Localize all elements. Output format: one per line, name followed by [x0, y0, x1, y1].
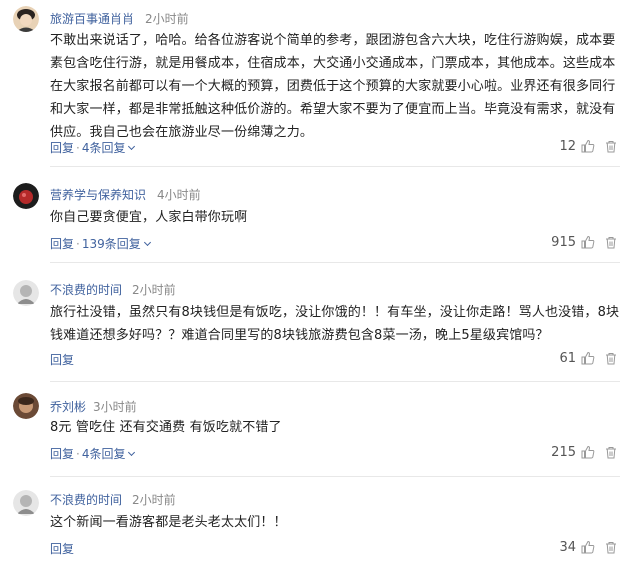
avatar[interactable] [13, 393, 39, 419]
trash-icon[interactable] [605, 541, 617, 554]
reply-button[interactable]: 回复 [50, 542, 74, 556]
comment-username[interactable]: 不浪费的时间 [50, 281, 122, 298]
comment-username[interactable]: 旅游百事通肖肖 [50, 10, 134, 27]
like-count: 915 [551, 235, 576, 250]
comment-text: 不敢出来说话了，哈哈。给各位游客说个简单的参考，跟团游包含六大块，吃住行游购娱，… [50, 33, 616, 140]
view-replies-button[interactable]: 4条回复 [82, 447, 126, 461]
like-count: 12 [559, 139, 576, 154]
thumbs-up-icon[interactable] [581, 445, 595, 459]
comment-actions: 回复 · 4条回复 [50, 445, 136, 462]
like-count: 61 [559, 351, 576, 366]
avatar[interactable] [13, 490, 39, 516]
reply-button[interactable]: 回复 [50, 353, 74, 367]
comment-item: 旅游百事通肖肖 2小时前 不敢出来说话了，哈哈。给各位游客说个简单的参考，跟团游… [0, 0, 640, 163]
reply-button[interactable]: 回复 [50, 447, 74, 461]
thumbs-up-icon[interactable] [581, 139, 595, 153]
avatar[interactable] [13, 183, 39, 209]
comment-time: 2小时前 [145, 12, 189, 26]
comment-item: 乔刘彬 3小时前 8元 管吃住 还有交通费 有饭吃就不错了 回复 · 4条回复 21… [0, 382, 640, 478]
comment-actions: 回复 · 4条回复 [50, 139, 136, 156]
comment-time: 2小时前 [132, 283, 176, 297]
chevron-down-icon[interactable] [128, 142, 136, 151]
comment-actions: 回复 [50, 351, 74, 368]
comment-actions: 回复 · 139条回复 [50, 235, 151, 252]
view-replies-button[interactable]: 4条回复 [82, 141, 126, 155]
comment-actions: 回复 [50, 540, 74, 557]
comment-item: 不浪费的时间 2小时前 旅行社没错，虽然只有8块钱但是有饭吃，没让你饿的！！有车… [0, 263, 640, 381]
thumbs-up-icon[interactable] [581, 540, 595, 554]
reply-button[interactable]: 回复 [50, 237, 74, 251]
reply-button[interactable]: 回复 [50, 141, 74, 155]
comment-time: 4小时前 [157, 188, 201, 202]
comment-time: 2小时前 [132, 493, 176, 507]
comment-username[interactable]: 不浪费的时间 [50, 491, 122, 508]
like-count: 34 [559, 540, 576, 555]
trash-icon[interactable] [605, 446, 617, 459]
trash-icon[interactable] [605, 140, 617, 153]
comment-text: 旅行社没错，虽然只有8块钱但是有饭吃，没让你饿的！！有车坐，没让你走路！骂人也没… [50, 305, 620, 343]
view-replies-button[interactable]: 139条回复 [82, 237, 141, 251]
thumbs-up-icon[interactable] [581, 351, 595, 365]
comment-text: 8元 管吃住 还有交通费 有饭吃就不错了 [50, 420, 282, 435]
comment-time: 3小时前 [93, 400, 137, 414]
comment-text: 这个新闻一看游客都是老头老太太们！！ [50, 515, 287, 530]
comment-username[interactable]: 营养学与保养知识 [50, 186, 146, 203]
trash-icon[interactable] [605, 236, 617, 249]
comment-username[interactable]: 乔刘彬 [50, 398, 86, 415]
separator-dot: · [76, 237, 80, 251]
like-count: 215 [551, 445, 576, 460]
thumbs-up-icon[interactable] [581, 235, 595, 249]
chevron-down-icon[interactable] [143, 238, 151, 247]
avatar[interactable] [13, 6, 39, 32]
chevron-down-icon[interactable] [128, 448, 136, 457]
separator-dot: · [76, 447, 80, 461]
avatar[interactable] [13, 280, 39, 306]
comment-item: 营养学与保养知识 4小时前 你自己要贪便宜，人家白带你玩啊 回复 · 139条回复 … [0, 167, 640, 262]
trash-icon[interactable] [605, 352, 617, 365]
comment-text: 你自己要贪便宜，人家白带你玩啊 [50, 210, 248, 225]
separator-dot: · [76, 141, 80, 155]
comment-item: 不浪费的时间 2小时前 这个新闻一看游客都是老头老太太们！！ 回复 34 [0, 477, 640, 570]
